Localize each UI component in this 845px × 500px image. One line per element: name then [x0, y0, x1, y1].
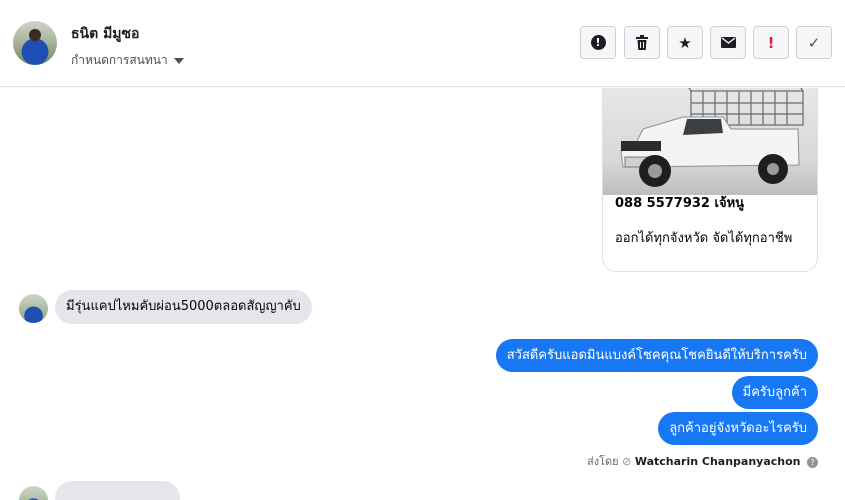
trash-icon — [636, 35, 648, 50]
sender-avatar[interactable] — [19, 486, 48, 500]
mark-unread-button[interactable] — [710, 26, 746, 59]
pickup-truck-image — [620, 88, 804, 187]
help-icon[interactable]: ? — [807, 456, 818, 468]
envelope-icon — [720, 37, 736, 48]
card-description: ออกได้ทุกจังหวัด จัดได้ทุกอาชีพ — [615, 231, 793, 246]
sent-by-name[interactable]: Watcharin Chanpanyachon — [635, 455, 801, 468]
conversation-header: ธนิต มีมูซอ กำหนดการสนทนา ! ★ ! ✓ — [0, 0, 845, 87]
truck-photo — [603, 88, 817, 195]
star-button[interactable]: ★ — [667, 26, 703, 59]
exclamation-icon: ! — [767, 33, 775, 52]
follow-up-button[interactable]: ! — [753, 26, 789, 59]
check-icon: ✓ — [807, 33, 821, 52]
sender-avatar[interactable] — [19, 294, 48, 323]
assign-conversation-dropdown[interactable]: กำหนดการสนทนา — [71, 51, 184, 70]
outgoing-message[interactable]: สวัสดีครับแอดมินแบงค์โชคคุณโชคยินดีให้บร… — [495, 339, 818, 372]
sent-by-line: ส่งโดย ⊘ Watcharin Chanpanyachon ? — [587, 452, 818, 470]
star-icon: ★ — [678, 33, 692, 52]
incoming-message-partial[interactable] — [55, 481, 180, 500]
outgoing-message[interactable]: มีครับลูกค้า — [731, 376, 818, 409]
assign-label: กำหนดการสนทนา — [71, 53, 168, 67]
sent-by-prefix: ส่งโดย — [587, 455, 619, 468]
message-thread[interactable]: 088 5577932 เจ้หนู ออกได้ทุกจังหวัด จัดไ… — [0, 88, 845, 500]
outgoing-message[interactable]: ลูกค้าอยู่จังหวัดอะไรครับ — [658, 412, 818, 445]
incoming-message[interactable]: มีรุ่นแคปไหมคับผ่อน5000ตลอดสัญญาคับ — [55, 290, 312, 324]
verified-icon: ⊘ — [622, 455, 632, 468]
mark-spam-button[interactable]: ! — [580, 26, 616, 59]
mark-done-button[interactable]: ✓ — [796, 26, 832, 59]
delete-button[interactable] — [624, 26, 660, 59]
contact-name[interactable]: ธนิต มีมูซอ — [71, 23, 139, 45]
contact-avatar[interactable] — [13, 21, 57, 65]
alert-circle-icon: ! — [590, 35, 606, 50]
attachment-card[interactable]: 088 5577932 เจ้หนู ออกได้ทุกจังหวัด จัดไ… — [602, 88, 818, 272]
card-title: 088 5577932 เจ้หนู — [615, 196, 745, 211]
caret-down-icon — [173, 57, 184, 64]
